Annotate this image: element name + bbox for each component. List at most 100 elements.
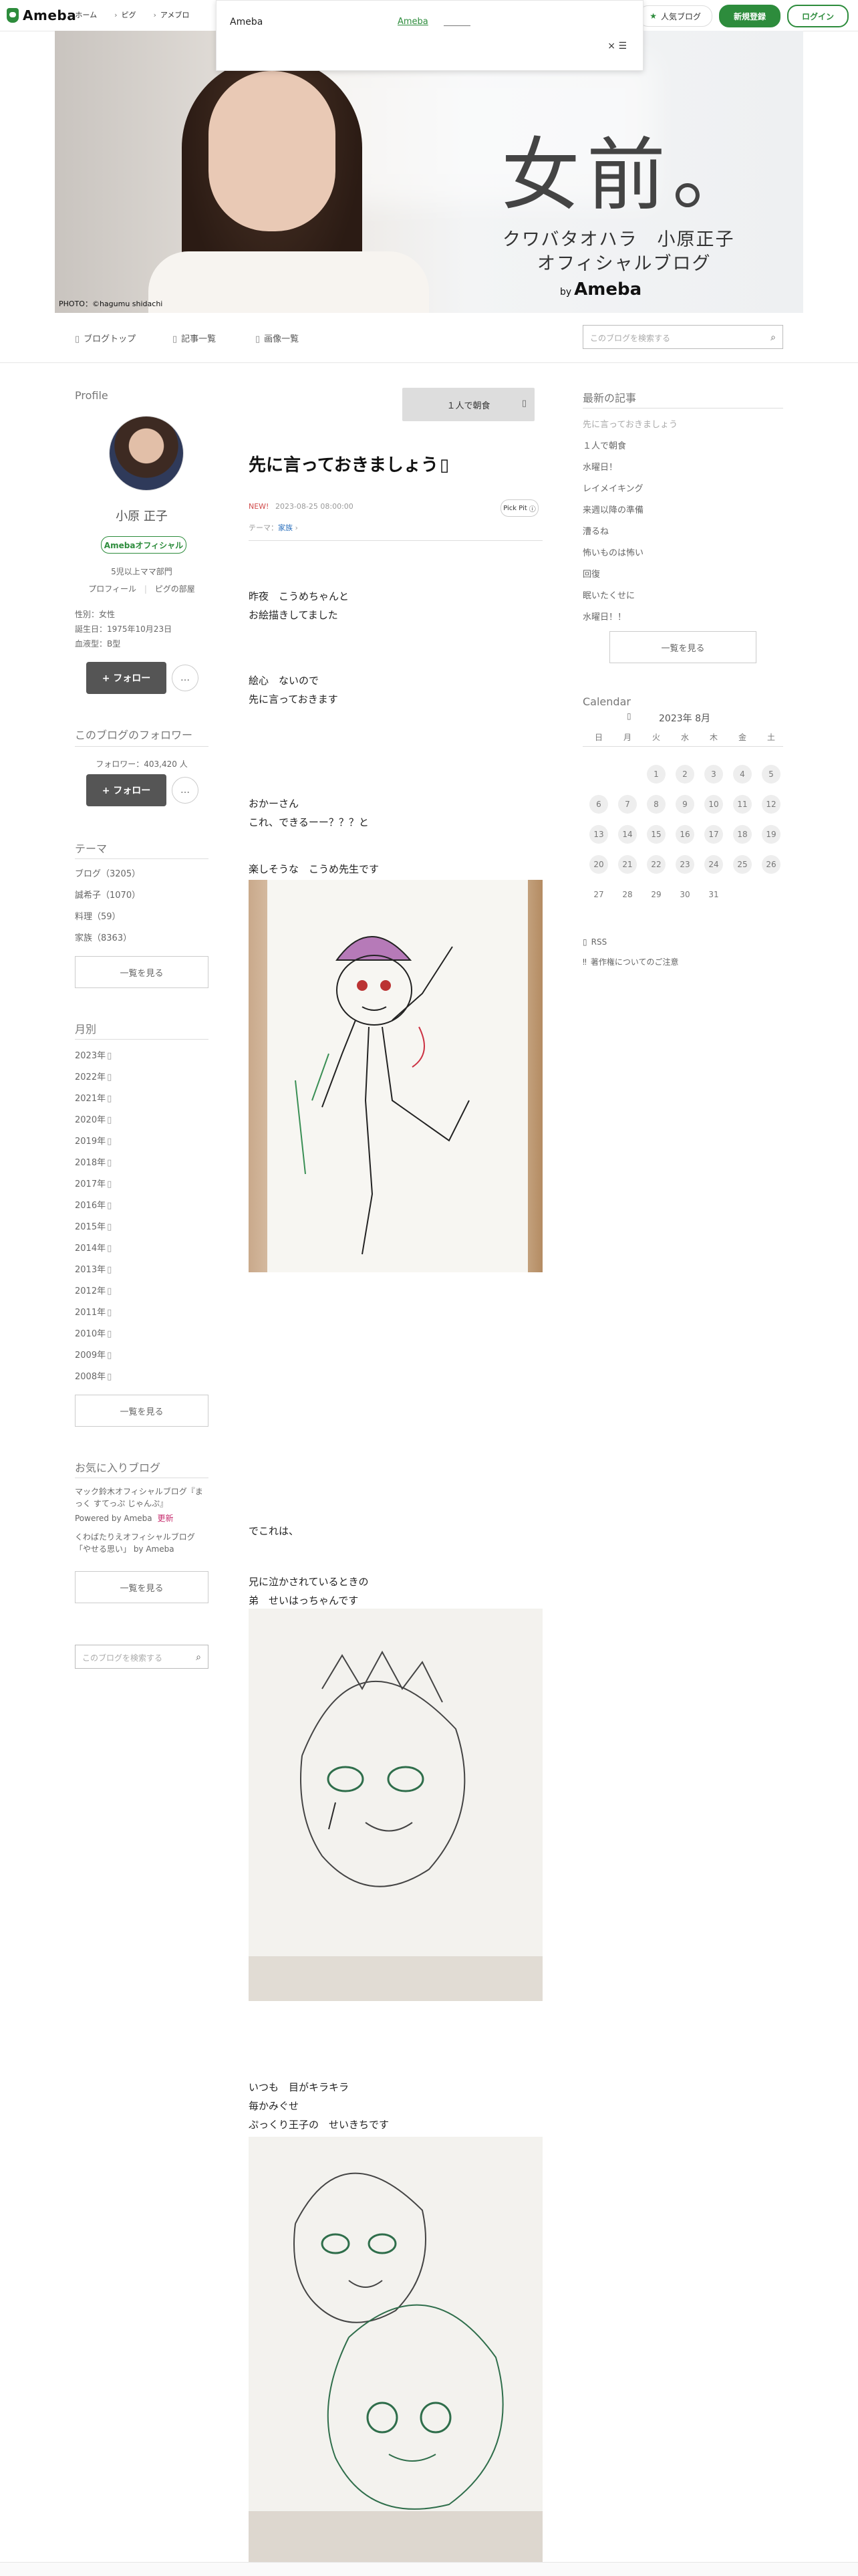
calendar-day[interactable]: 12 [762, 795, 780, 814]
calendar-day[interactable]: 1 [647, 765, 666, 784]
search-icon[interactable]: ⌕ [770, 332, 776, 343]
popup-close-icon[interactable]: × ☰ [607, 41, 627, 51]
recent-item[interactable]: 来週以降の準備 [583, 500, 678, 521]
calendar-day[interactable]: 28 [618, 885, 637, 904]
recent-see-all-button[interactable]: 一覧を見る [609, 631, 756, 663]
article-photo-drawing-1[interactable] [249, 880, 543, 1272]
login-button[interactable]: ログイン [786, 5, 849, 27]
calendar-day[interactable]: 25 [733, 855, 752, 874]
recent-item[interactable]: 回復 [583, 564, 678, 586]
ameba-logo[interactable]: Ameba [7, 7, 76, 23]
calendar-day[interactable]: 27 [589, 885, 608, 904]
archive-item[interactable]: 2015年 [75, 1217, 112, 1238]
recent-item[interactable]: レイメイキング [583, 479, 678, 500]
recent-item[interactable]: 水曜日！ [583, 457, 678, 479]
calendar-day[interactable]: 3 [704, 765, 723, 784]
nav-ameblo[interactable]: アメブロ [153, 9, 189, 20]
calendar-day[interactable]: 6 [589, 795, 608, 814]
archive-item[interactable]: 2010年 [75, 1324, 112, 1345]
blog-search-input[interactable]: このブログを検索する ⌕ [583, 325, 783, 349]
calendar-day[interactable]: 30 [676, 885, 694, 904]
recent-item[interactable]: 先に言っておきましょう [583, 415, 678, 436]
calendar-day[interactable]: 29 [647, 885, 666, 904]
theme-link[interactable]: 家族 [278, 523, 293, 532]
calendar-day[interactable]: 20 [589, 855, 608, 874]
theme-item[interactable]: ブログ（3205） [75, 864, 142, 885]
theme-item[interactable]: 家族（8363） [75, 928, 142, 949]
nav-pigg[interactable]: ピグ [114, 9, 136, 20]
calendar-day[interactable]: 7 [618, 795, 637, 814]
copyright-note-link[interactable]: ‼ 著作権についてのご注意 [583, 956, 678, 967]
profile-link[interactable]: プロフィール [88, 584, 136, 594]
subnav-blog-top[interactable]: ブログトップ [75, 332, 136, 344]
archive-item[interactable]: 2012年 [75, 1281, 112, 1302]
profile-avatar[interactable] [109, 416, 184, 491]
archive-item[interactable]: 2009年 [75, 1345, 112, 1367]
recent-item[interactable]: １人で朝食 [583, 436, 678, 457]
favorites-see-all-button[interactable]: 一覧を見る [75, 1571, 208, 1603]
theme-item[interactable]: 料理（59） [75, 907, 142, 928]
search-icon[interactable]: ⌕ [196, 1652, 201, 1663]
blog-header-image[interactable]: 女前。 クワバタオハラ 小原正子 オフィシャルブログ by Ameba PHOTO… [55, 31, 803, 313]
calendar-day[interactable]: 13 [589, 825, 608, 844]
pick-button[interactable]: Pick Pit ⓘ [500, 499, 539, 517]
popular-blog-button[interactable]: ★ 人気ブログ [638, 5, 712, 27]
archive-item[interactable]: 2011年 [75, 1302, 112, 1324]
archive-item[interactable]: 2020年 [75, 1110, 112, 1131]
calendar-day[interactable]: 16 [676, 825, 694, 844]
calendar-day[interactable]: 11 [733, 795, 752, 814]
calendar-day[interactable]: 21 [618, 855, 637, 874]
calendar-day[interactable]: 8 [647, 795, 666, 814]
sidebar-search-input[interactable]: このブログを検索する ⌕ [75, 1645, 208, 1669]
profile-follow-button[interactable]: + フォロー [86, 662, 166, 694]
calendar-day[interactable]: 22 [647, 855, 666, 874]
calendar-day[interactable]: 31 [704, 885, 723, 904]
archive-item[interactable]: 2019年 [75, 1131, 112, 1153]
article-photo-drawing-2[interactable] [249, 1609, 543, 2001]
recent-item[interactable]: 怖いものは怖い [583, 543, 678, 564]
archive-see-all-button[interactable]: 一覧を見る [75, 1395, 208, 1427]
recent-item[interactable]: 水曜日！！ [583, 607, 678, 628]
calendar-day[interactable]: 2 [676, 765, 694, 784]
article-title[interactable]: 先に言っておきましょう▯ [249, 451, 449, 476]
calendar-day[interactable]: 5 [762, 765, 780, 784]
profile-name[interactable]: 小原 正子 [75, 507, 208, 524]
follower-follow-button[interactable]: + フォロー [86, 774, 166, 806]
calendar-day[interactable]: 14 [618, 825, 637, 844]
archive-item[interactable]: 2023年 [75, 1046, 112, 1067]
nav-home[interactable]: ホーム [68, 9, 97, 20]
pigg-room-link[interactable]: ピグの部屋 [155, 584, 195, 594]
subnav-image-list[interactable]: 画像一覧 [255, 332, 299, 344]
calendar-prev-icon[interactable]: ▯ [627, 711, 631, 721]
signup-button[interactable]: 新規登録 [718, 5, 780, 27]
theme-item[interactable]: 誠希子（1070） [75, 885, 142, 907]
calendar-day[interactable]: 23 [676, 855, 694, 874]
calendar-day[interactable]: 19 [762, 825, 780, 844]
calendar-day[interactable]: 15 [647, 825, 666, 844]
favorite-blog-2[interactable]: くわばたりえオフィシャルブログ「やせる思い」 by Ameba [75, 1531, 208, 1555]
calendar-day[interactable]: 26 [762, 855, 780, 874]
subnav-article-list[interactable]: 記事一覧 [172, 332, 216, 344]
rss-link[interactable]: ▯ RSS [583, 937, 607, 947]
archive-item[interactable]: 2014年 [75, 1238, 112, 1260]
recent-item[interactable]: 眠いたくせに [583, 586, 678, 607]
next-article-button[interactable]: １人で朝食 ▯ [402, 388, 535, 421]
calendar-day[interactable]: 4 [733, 765, 752, 784]
calendar-day[interactable]: 10 [704, 795, 723, 814]
calendar-day[interactable]: 18 [733, 825, 752, 844]
archive-item[interactable]: 2018年 [75, 1153, 112, 1174]
recent-item[interactable]: 漕るね [583, 521, 678, 543]
favorite-blog-1[interactable]: マック鈴木オフィシャルブログ『まっく すてっぷ じゃんぷ』 [75, 1486, 208, 1510]
archive-item[interactable]: 2008年 [75, 1367, 112, 1388]
archive-item[interactable]: 2013年 [75, 1260, 112, 1281]
follower-more-button[interactable]: … [172, 777, 198, 804]
popup-link[interactable]: Ameba [398, 17, 428, 27]
archive-item[interactable]: 2022年 [75, 1067, 112, 1088]
themes-see-all-button[interactable]: 一覧を見る [75, 956, 208, 988]
profile-more-button[interactable]: … [172, 665, 198, 691]
profile-tag[interactable]: 5児以上ママ部門 [75, 566, 208, 577]
calendar-day[interactable]: 24 [704, 855, 723, 874]
archive-item[interactable]: 2017年 [75, 1174, 112, 1195]
calendar-day[interactable]: 9 [676, 795, 694, 814]
article-photo-drawing-3[interactable] [249, 2137, 543, 2562]
